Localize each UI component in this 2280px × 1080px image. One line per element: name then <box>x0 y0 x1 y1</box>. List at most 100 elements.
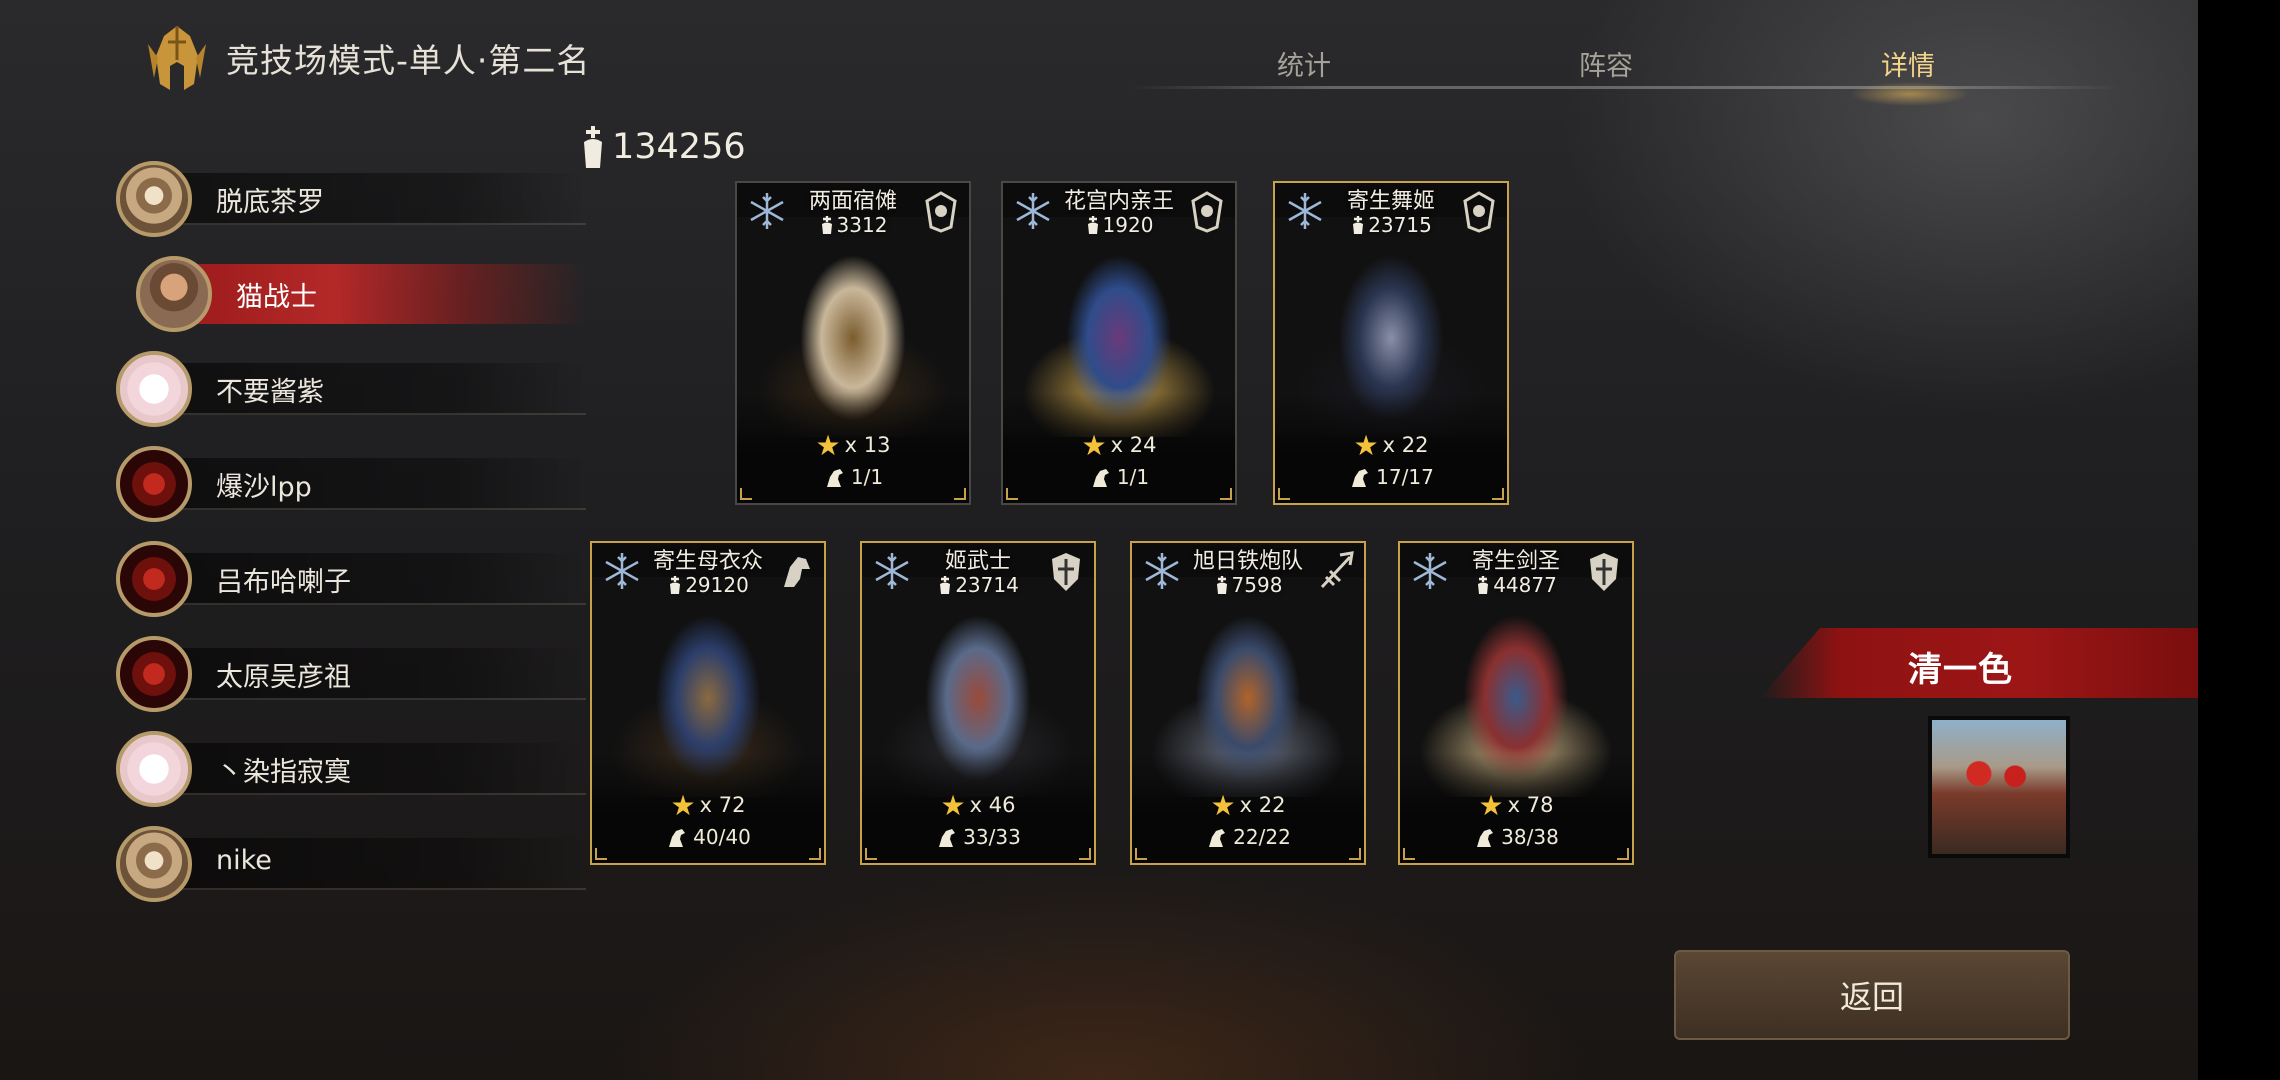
screen-edge <box>2198 0 2280 1080</box>
power-icon <box>1087 216 1098 234</box>
card-corner <box>1220 488 1232 500</box>
unit-star-count: x 72 <box>699 793 746 817</box>
card-corner <box>809 848 821 860</box>
player-item[interactable]: 吕布哈喇子 <box>116 539 586 617</box>
card-corner <box>595 848 607 860</box>
game-screen: 竞技场模式-单人·第二名 统计 阵容 详情 脱底茶罗 猫战士 不要酱紫 爆沙lp… <box>0 0 2198 1080</box>
card-corner <box>954 488 966 500</box>
star-icon: ★ <box>940 789 966 822</box>
unit-star-count: x 78 <box>1507 793 1554 817</box>
unit-stars: ★ x 72 <box>592 789 824 822</box>
back-button[interactable]: 返回 <box>1674 950 2070 1040</box>
avatar <box>116 351 192 427</box>
power-icon <box>1478 576 1489 594</box>
unit-power-value: 44877 <box>1493 573 1557 597</box>
player-item[interactable]: 太原吴彦祖 <box>116 634 586 712</box>
unit-card[interactable]: 姬武士 23714 ★ x 46 33/33 <box>860 541 1096 865</box>
unit-troops: 17/17 <box>1275 465 1507 489</box>
combo-thumbnail[interactable] <box>1928 716 2070 858</box>
avatar <box>116 541 192 617</box>
troop-icon <box>1209 829 1226 847</box>
player-name: 爆沙lpp <box>216 472 312 503</box>
unit-star-count: x 46 <box>969 793 1016 817</box>
card-corner <box>1006 488 1018 500</box>
unit-name: 两面宿傩 <box>808 189 897 214</box>
unit-name: 旭日铁炮队 <box>1192 549 1303 574</box>
player-item[interactable]: 不要酱紫 <box>116 349 586 427</box>
page-header: 竞技场模式-单人·第二名 <box>138 22 590 94</box>
power-icon <box>1216 576 1227 594</box>
tab-statistics[interactable]: 统计 <box>1244 44 1364 83</box>
star-icon: ★ <box>1478 789 1504 822</box>
unit-troops: 33/33 <box>862 825 1094 849</box>
card-corner <box>1135 848 1147 860</box>
unit-troops: 22/22 <box>1132 825 1364 849</box>
star-icon: ★ <box>1210 789 1236 822</box>
player-name: nike <box>216 845 272 876</box>
tab-details[interactable]: 详情 <box>1848 44 1968 83</box>
unit-name: 寄生舞姬 <box>1346 189 1435 214</box>
avatar <box>116 826 192 902</box>
troop-icon <box>1092 469 1109 487</box>
unit-power: 23715 <box>1275 213 1507 237</box>
player-item[interactable]: 丶染指寂寞 <box>116 729 586 807</box>
unit-power: 7598 <box>1132 573 1364 597</box>
unit-star-count: x 22 <box>1382 433 1429 457</box>
unit-stars: ★ x 46 <box>862 789 1094 822</box>
unit-power: 23714 <box>862 573 1094 597</box>
player-item-selected[interactable]: 猫战士 <box>136 254 586 332</box>
unit-name: 姬武士 <box>944 549 1011 574</box>
unit-power-value: 23714 <box>955 573 1019 597</box>
unit-power-value: 1920 <box>1102 213 1154 237</box>
star-icon: ★ <box>815 429 841 462</box>
player-name: 吕布哈喇子 <box>216 567 351 598</box>
player-item[interactable]: nike <box>116 824 586 902</box>
total-power-value: 134256 <box>612 127 746 167</box>
card-corner <box>740 488 752 500</box>
unit-power: 29120 <box>592 573 824 597</box>
combo-label: 清一色 <box>1908 650 2013 690</box>
player-name: 脱底茶罗 <box>216 187 324 218</box>
unit-stars: ★ x 22 <box>1275 429 1507 462</box>
unit-name: 花宫内亲王 <box>1063 189 1174 214</box>
unit-card[interactable]: 寄生母衣众 29120 ★ x 72 40/40 <box>590 541 826 865</box>
unit-stars: ★ x 13 <box>737 429 969 462</box>
unit-name: 寄生剑圣 <box>1471 549 1560 574</box>
selected-highlight <box>166 264 586 324</box>
unit-star-count: x 24 <box>1110 433 1157 457</box>
page-title: 竞技场模式-单人·第二名 <box>226 41 591 80</box>
unit-troops: 38/38 <box>1400 825 1632 849</box>
unit-troop-count: 33/33 <box>963 825 1021 849</box>
player-item[interactable]: 脱底茶罗 <box>116 159 586 237</box>
unit-card[interactable]: 寄生剑圣 44877 ★ x 78 38/38 <box>1398 541 1634 865</box>
unit-power: 44877 <box>1400 573 1632 597</box>
unit-troop-count: 40/40 <box>693 825 751 849</box>
unit-troops: 40/40 <box>592 825 824 849</box>
avatar <box>136 256 212 332</box>
unit-power: 3312 <box>737 213 969 237</box>
troop-icon <box>669 829 686 847</box>
unit-troop-count: 1/1 <box>850 465 884 489</box>
power-icon <box>940 576 951 594</box>
player-item[interactable]: 爆沙lpp <box>116 444 586 522</box>
card-corner <box>1278 488 1290 500</box>
avatar <box>116 161 192 237</box>
unit-power-value: 3312 <box>836 213 888 237</box>
unit-troop-count: 17/17 <box>1376 465 1434 489</box>
avatar <box>116 636 192 712</box>
power-icon <box>670 576 681 594</box>
total-power: 134256 <box>578 122 746 172</box>
unit-troops: 1/1 <box>1003 465 1235 489</box>
unit-card[interactable]: 两面宿傩 3312 ★ x 13 1/1 <box>735 181 971 505</box>
unit-star-count: x 22 <box>1239 793 1286 817</box>
power-icon <box>1353 216 1364 234</box>
unit-stars: ★ x 24 <box>1003 429 1235 462</box>
unit-card[interactable]: 寄生舞姬 23715 ★ x 22 17/17 <box>1273 181 1509 505</box>
unit-card[interactable]: 旭日铁炮队 7598 ★ x 22 22/22 <box>1130 541 1366 865</box>
avatar <box>116 731 192 807</box>
unit-card[interactable]: 花宫内亲王 1920 ★ x 24 1/1 <box>1001 181 1237 505</box>
troop-icon <box>939 829 956 847</box>
avatar <box>116 446 192 522</box>
tab-lineup[interactable]: 阵容 <box>1546 44 1666 83</box>
unit-power-value: 29120 <box>685 573 749 597</box>
